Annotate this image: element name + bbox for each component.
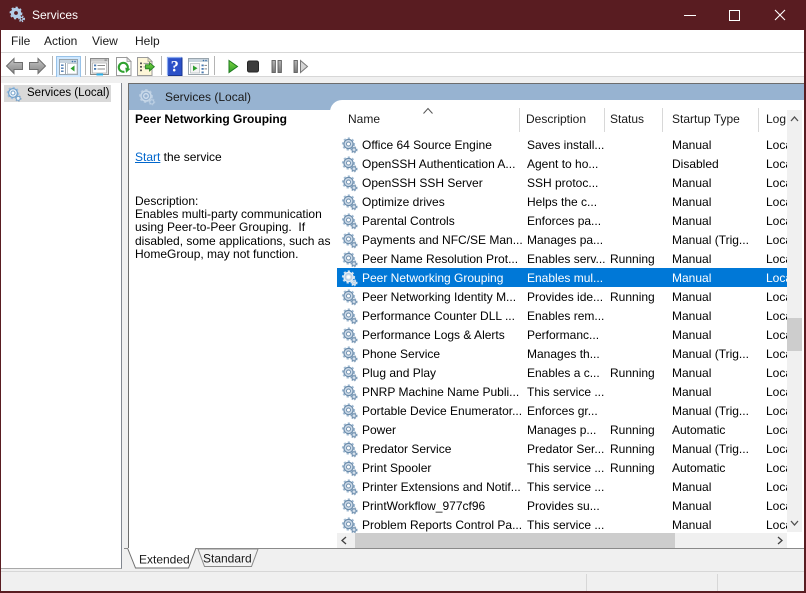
svg-text:Extended: Extended <box>139 553 190 567</box>
svg-text:Standard: Standard <box>203 552 252 566</box>
svg-text:?: ? <box>171 59 179 76</box>
